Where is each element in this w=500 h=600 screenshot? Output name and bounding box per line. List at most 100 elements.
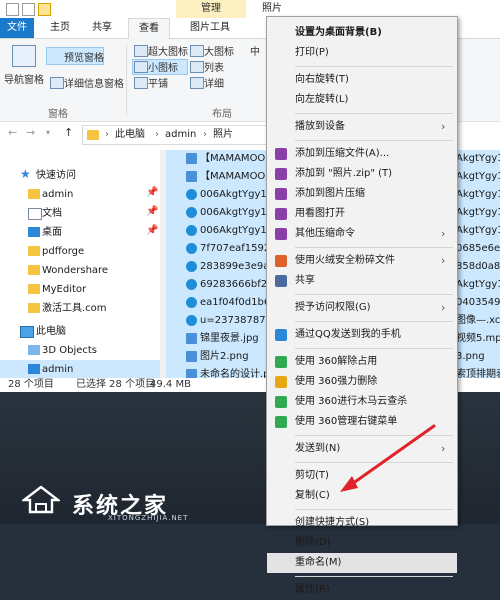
menu-item-label: 设置为桌面背景(B) bbox=[295, 27, 382, 38]
menu-item[interactable]: 创建快捷方式(S) bbox=[267, 513, 457, 533]
breadcrumb-photos[interactable]: 照片 bbox=[213, 126, 233, 144]
menu-item[interactable]: 打印(P) bbox=[267, 43, 457, 63]
menu-item[interactable]: 添加到压缩文件(A)... bbox=[267, 144, 457, 164]
nav-item-wondershare[interactable]: Wondershare bbox=[0, 261, 160, 280]
menu-item[interactable]: 添加到图片压缩 bbox=[267, 184, 457, 204]
large-icons-button[interactable]: 大图标 bbox=[204, 43, 234, 58]
nav-item-label: 桌面 bbox=[42, 227, 62, 238]
menu-item[interactable]: 向左旋转(L) bbox=[267, 90, 457, 110]
forward-arrow-icon[interactable]: → bbox=[26, 126, 35, 139]
menu-item[interactable]: 添加到 "照片.zip" (T) bbox=[267, 164, 457, 184]
nav-item-documents[interactable]: 文档 📌 bbox=[0, 204, 160, 223]
file-name: 006AkgtYgy1h bbox=[200, 225, 274, 236]
menu-item[interactable]: 共享 bbox=[267, 271, 457, 291]
extra-large-icons-button[interactable]: 超大图标 bbox=[148, 43, 188, 58]
details-pane-icon bbox=[50, 77, 64, 89]
nav-item-quick-access[interactable]: ★ 快速访问 bbox=[0, 166, 160, 185]
menu-item[interactable]: 使用火绒安全粉碎文件 › bbox=[267, 251, 457, 271]
navigation-pane-icon[interactable] bbox=[12, 45, 36, 67]
menu-item[interactable]: 使用 360进行木马云查杀 bbox=[267, 392, 457, 412]
menu-item-label: 授予访问权限(G) bbox=[295, 302, 371, 313]
edge-file-icon bbox=[186, 261, 197, 272]
folder-icon bbox=[87, 130, 99, 140]
menu-item-label: 打印(P) bbox=[295, 47, 329, 58]
360-delete-icon bbox=[275, 376, 287, 388]
tab-share[interactable]: 共享 bbox=[82, 18, 122, 38]
nav-item-this-pc[interactable]: 此电脑 bbox=[0, 322, 160, 341]
recent-chevron-icon[interactable]: ▾ bbox=[46, 128, 50, 137]
file-name-right: AkgtYgy1h bbox=[456, 225, 500, 236]
file-name: 006AkgtYgy1g bbox=[200, 189, 274, 200]
details-pane-button[interactable]: 详细信息窗格 bbox=[64, 75, 124, 90]
nav-item-activation-tools[interactable]: 激活工具.com bbox=[0, 299, 160, 318]
menu-item[interactable]: 删除(D) bbox=[267, 533, 457, 553]
menu-item[interactable]: 发送到(N) › bbox=[267, 439, 457, 459]
up-arrow-icon[interactable]: ↑ bbox=[64, 126, 73, 139]
menu-separator bbox=[295, 462, 453, 463]
menu-item[interactable]: 设置为桌面背景(B) bbox=[267, 23, 457, 43]
menu-item[interactable]: 用看图打开 bbox=[267, 204, 457, 224]
tab-view[interactable]: 查看 bbox=[128, 18, 170, 39]
layout-group-label: 布局 bbox=[212, 109, 232, 120]
menu-item[interactable]: 播放到设备 › bbox=[267, 117, 457, 137]
nav-item-3d-objects[interactable]: 3D Objects bbox=[0, 341, 160, 360]
nav-item-label: MyEditor bbox=[42, 284, 87, 295]
file-name: 7f707eaf1592 bbox=[200, 243, 271, 254]
menu-item[interactable]: 使用 360强力删除 bbox=[267, 372, 457, 392]
nav-item-admin[interactable]: admin 📌 bbox=[0, 185, 160, 204]
desktop-icon bbox=[28, 227, 40, 237]
nav-item-myeditor[interactable]: MyEditor bbox=[0, 280, 160, 299]
nav-item-label: 文档 bbox=[42, 208, 62, 219]
large-icons-icon bbox=[190, 45, 204, 57]
address-bar[interactable]: › 此电脑 › admin › 照片 bbox=[82, 125, 274, 145]
extra-large-icons-icon bbox=[134, 45, 148, 57]
small-icons-button[interactable]: 小图标 bbox=[148, 59, 178, 74]
quick-access-folder-icon[interactable] bbox=[38, 3, 51, 16]
menu-item-label: 添加到图片压缩 bbox=[295, 188, 365, 199]
tab-picture-tools[interactable]: 图片工具 bbox=[180, 18, 240, 38]
menu-separator bbox=[295, 321, 453, 322]
nav-item-desktop[interactable]: 桌面 📌 bbox=[0, 223, 160, 242]
menu-item[interactable]: 复制(C) bbox=[267, 486, 457, 506]
breadcrumb-admin[interactable]: admin bbox=[165, 126, 196, 144]
medium-icons-button[interactable]: 中 bbox=[250, 43, 260, 58]
list-view-button[interactable]: 列表 bbox=[204, 59, 224, 74]
menu-item[interactable]: 剪切(T) bbox=[267, 466, 457, 486]
share-icon bbox=[275, 275, 287, 287]
nav-item-label: 此电脑 bbox=[36, 326, 66, 337]
navigation-pane-button[interactable]: 导航窗格 bbox=[4, 71, 44, 86]
file-name-right: 3.png bbox=[456, 351, 485, 362]
menu-item[interactable]: 属性(R) bbox=[267, 580, 457, 600]
menu-item[interactable]: 其他压缩命令 › bbox=[267, 224, 457, 244]
nav-item-pdfforge[interactable]: pdfforge bbox=[0, 242, 160, 261]
breadcrumb-this-pc[interactable]: 此电脑 bbox=[115, 126, 145, 144]
submenu-chevron-icon: › bbox=[441, 120, 446, 133]
file-name-right: AkgtYgy1h bbox=[456, 189, 500, 200]
quick-access-properties-icon[interactable] bbox=[22, 3, 35, 16]
file-name: 69283666bf26 bbox=[200, 279, 274, 290]
edge-file-icon bbox=[186, 207, 197, 218]
tab-file[interactable]: 文件 bbox=[0, 18, 34, 38]
tab-home[interactable]: 主页 bbox=[40, 18, 80, 38]
menu-item[interactable]: 重命名(M) bbox=[267, 553, 457, 573]
menu-item-label: 向左旋转(L) bbox=[295, 94, 349, 105]
menu-item-label: 创建快捷方式(S) bbox=[295, 517, 370, 528]
winrar-icon bbox=[275, 148, 287, 160]
quick-access-save-icon[interactable] bbox=[6, 3, 19, 16]
menu-item[interactable]: 向右旋转(T) bbox=[267, 70, 457, 90]
tiles-button[interactable]: 平铺 bbox=[148, 75, 168, 90]
menu-item[interactable]: 使用 360解除占用 bbox=[267, 352, 457, 372]
details-view-button[interactable]: 详细 bbox=[204, 75, 224, 90]
preview-pane-button[interactable]: 预览窗格 bbox=[64, 49, 104, 64]
file-name: 006AkgtYgy1h bbox=[200, 207, 274, 218]
huorong-icon bbox=[275, 255, 287, 267]
qq-icon bbox=[275, 329, 287, 341]
list-view-icon bbox=[190, 61, 204, 73]
nav-item-admin-pc[interactable]: admin bbox=[0, 360, 160, 379]
menu-item[interactable]: 授予访问权限(G) › bbox=[267, 298, 457, 318]
image-file-icon bbox=[186, 171, 197, 182]
context-tab-manage[interactable]: 管理 bbox=[176, 0, 246, 18]
back-arrow-icon[interactable]: ← bbox=[8, 126, 17, 139]
menu-item[interactable]: 使用 360管理右键菜单 bbox=[267, 412, 457, 432]
menu-item[interactable]: 通过QQ发送到我的手机 bbox=[267, 325, 457, 345]
